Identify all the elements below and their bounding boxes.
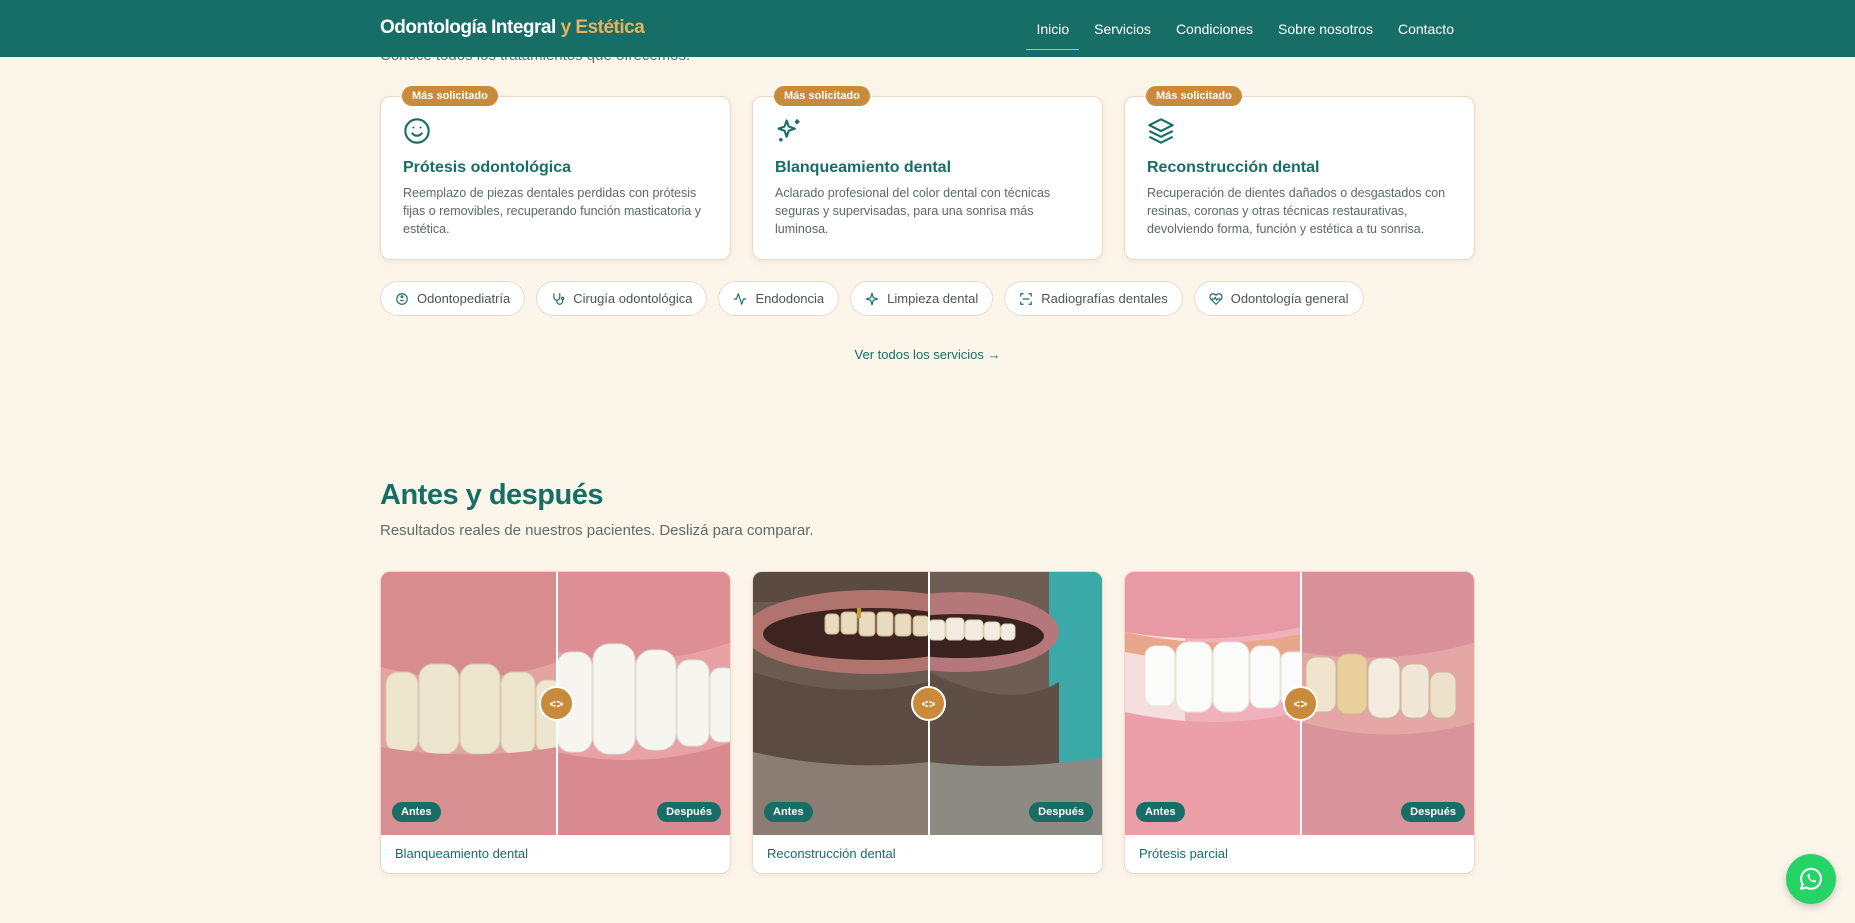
slider-handle[interactable]: <>: [911, 686, 946, 721]
service-card-blanqueamiento[interactable]: Más solicitado Blanqueamiento dental Acl…: [752, 86, 1103, 260]
before-after-card-protesis-parcial: <> Antes Después Prótesis parcial: [1124, 571, 1475, 874]
brand-name: Odontología Integral: [380, 17, 556, 38]
comparison-slider[interactable]: <> Antes Después: [381, 572, 730, 835]
before-tag: Antes: [1136, 802, 1185, 822]
popular-badge: Más solicitado: [402, 86, 498, 106]
before-after-subtitle: Resultados reales de nuestros pacientes.…: [380, 522, 814, 539]
after-image: [556, 572, 730, 835]
service-card-protesis[interactable]: Más solicitado Prótesis odontológica Ree…: [380, 86, 731, 260]
sparkle-icon: [865, 292, 879, 305]
service-title: Prótesis odontológica: [403, 159, 572, 176]
chip-label: Endodoncia: [755, 291, 825, 306]
before-image: [381, 572, 562, 835]
nav-contacto[interactable]: Contacto: [1388, 13, 1464, 45]
slider-handle[interactable]: <>: [539, 686, 574, 721]
see-all-services-link[interactable]: Ver todos los servicios →: [0, 347, 1855, 362]
nav-servicios[interactable]: Servicios: [1084, 13, 1161, 45]
before-image: [1125, 572, 1306, 835]
chip-odontologia-general[interactable]: Odontología general: [1193, 281, 1364, 316]
heart-pulse-icon: [1209, 292, 1223, 305]
chip-odontopediatria[interactable]: Odontopediatría: [380, 281, 526, 316]
main-nav: Inicio Servicios Condiciones Sobre nosot…: [1021, 0, 1464, 57]
before-after-title: Antes y después: [380, 479, 603, 511]
brand-logo[interactable]: Odontología Integral y Estética: [380, 17, 645, 39]
service-title: Reconstrucción dental: [1147, 159, 1320, 176]
before-after-card-reconstruccion: <> Antes Después Reconstrucción dental: [752, 571, 1103, 874]
chip-label: Limpieza dental: [887, 291, 979, 306]
case-caption: Blanqueamiento dental: [395, 846, 528, 861]
whatsapp-button[interactable]: [1786, 854, 1836, 904]
after-image: [1301, 572, 1474, 835]
comparison-slider[interactable]: <> Antes Después: [1125, 572, 1474, 835]
service-chips: Odontopediatría Cirugía odontológica End…: [380, 281, 1364, 316]
chip-label: Odontopediatría: [417, 291, 511, 306]
before-image: [753, 572, 1003, 835]
comparison-slider[interactable]: <> Antes Después: [753, 572, 1102, 835]
chip-label: Cirugía odontológica: [573, 291, 693, 306]
chip-radiografias[interactable]: Radiografías dentales: [1004, 281, 1183, 316]
sparkles-icon: [777, 119, 800, 142]
after-tag: Después: [1401, 802, 1465, 822]
nav-sobre-nosotros[interactable]: Sobre nosotros: [1268, 13, 1383, 45]
after-tag: Después: [657, 802, 721, 822]
chip-label: Odontología general: [1230, 291, 1349, 306]
chip-cirugia[interactable]: Cirugía odontológica: [536, 281, 708, 316]
case-caption: Reconstrucción dental: [767, 846, 896, 861]
baby-icon: [396, 292, 408, 305]
chip-label: Radiografías dentales: [1041, 291, 1168, 306]
before-tag: Antes: [392, 802, 441, 822]
chip-endodoncia[interactable]: Endodoncia: [718, 281, 840, 316]
top-navbar: Odontología Integral y Estética Inicio S…: [0, 0, 1855, 57]
whatsapp-icon: [1800, 867, 1822, 890]
service-title: Blanqueamiento dental: [775, 159, 952, 176]
popular-badge: Más solicitado: [774, 86, 870, 106]
brand-accent: y Estética: [560, 17, 645, 38]
service-description: Recuperación de dientes dañados o desgas…: [1147, 186, 1446, 236]
slider-handle[interactable]: <>: [1283, 686, 1318, 721]
before-tag: Antes: [764, 802, 813, 822]
stethoscope-icon: [553, 292, 565, 305]
case-caption: Prótesis parcial: [1139, 846, 1228, 861]
service-description: Aclarado profesional del color dental co…: [775, 186, 1051, 236]
before-after-card-blanqueamiento: <> Antes Después Blanqueamiento dental: [380, 571, 731, 874]
after-tag: Después: [1029, 802, 1093, 822]
layers-icon: [1148, 118, 1174, 144]
chip-limpieza[interactable]: Limpieza dental: [850, 281, 994, 316]
popular-badge: Más solicitado: [1146, 86, 1242, 106]
nav-condiciones[interactable]: Condiciones: [1166, 13, 1263, 45]
after-image: [859, 572, 1102, 835]
service-card-reconstruccion[interactable]: Más solicitado Reconstrucción dental Rec…: [1124, 86, 1475, 260]
activity-icon: [734, 292, 747, 305]
smile-icon: [404, 118, 430, 144]
scan-icon: [1020, 292, 1033, 305]
nav-inicio[interactable]: Inicio: [1026, 13, 1079, 50]
service-description: Reemplazo de piezas dentales perdidas co…: [403, 186, 702, 236]
